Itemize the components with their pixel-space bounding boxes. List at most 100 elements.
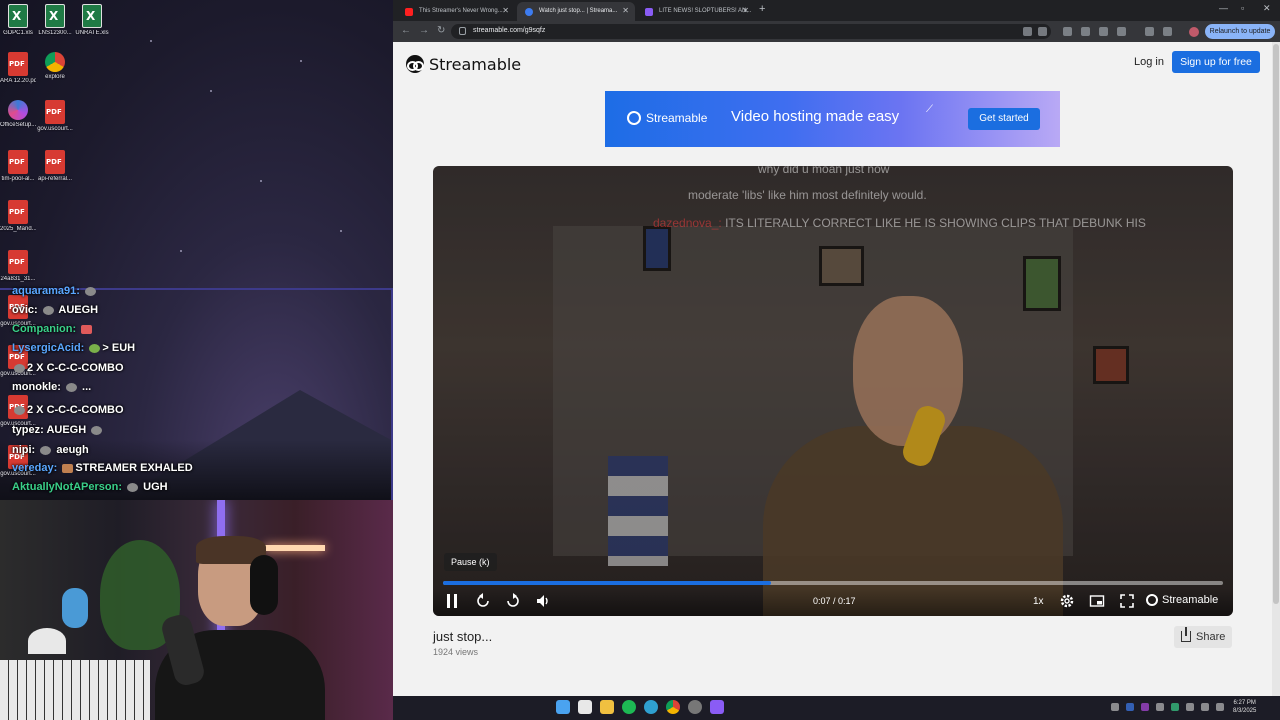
pdf-file-icon <box>8 52 28 76</box>
chrome-icon[interactable] <box>666 700 680 714</box>
desktop-icon-pdf[interactable]: gov.uscourt... <box>37 100 73 132</box>
scrollbar-thumb[interactable] <box>1273 44 1279 604</box>
system-clock[interactable]: 6:27 PM 8/3/2025 <box>1233 699 1256 715</box>
close-tab-icon[interactable]: ✕ <box>502 6 509 15</box>
close-tab-icon[interactable]: ✕ <box>742 6 749 15</box>
tray-app-icon[interactable] <box>1171 703 1179 711</box>
close-tab-icon[interactable]: ✕ <box>622 6 629 15</box>
video-player[interactable]: why did u moan just now moderate 'libs' … <box>433 166 1233 616</box>
chat-line: typez: AUEGH <box>12 424 104 436</box>
extension-icon[interactable] <box>1063 27 1072 36</box>
share-label: Share <box>1196 631 1226 643</box>
xls-file-icon <box>82 4 102 28</box>
playback-speed-button[interactable]: 1x <box>1033 596 1044 607</box>
desktop-icon-pdf[interactable]: 2025_Mand... <box>0 200 36 232</box>
sidebar-icon[interactable] <box>1145 27 1154 36</box>
edge-icon[interactable] <box>644 700 658 714</box>
share-button[interactable]: Share <box>1174 626 1232 648</box>
emote-icon <box>84 286 96 296</box>
webcam-feed <box>0 500 393 720</box>
chat-line: AktuallyNotAPerson: UGH <box>12 481 168 493</box>
star <box>260 180 262 182</box>
signup-button[interactable]: Sign up for free <box>1172 51 1260 73</box>
reload-button[interactable]: ↻ <box>437 25 445 36</box>
desktop-icon-label: OfficeSetup... <box>0 122 36 128</box>
player-brand[interactable]: Streamable <box>1146 594 1218 606</box>
start-windows-icon[interactable] <box>556 700 570 714</box>
get-started-button[interactable]: Get started <box>968 108 1040 130</box>
page-scrollbar[interactable] <box>1272 42 1280 696</box>
extension-icon[interactable] <box>1099 27 1108 36</box>
video-chat-line: why did u moan just now <box>758 166 889 176</box>
banner-tagline: Video hosting made easy <box>731 108 900 125</box>
login-link[interactable]: Log in <box>1134 56 1164 68</box>
app-icon[interactable] <box>710 700 724 714</box>
chat-message: STREAMER EXHALED <box>75 462 193 474</box>
site-info-icon[interactable] <box>459 27 466 35</box>
tray-overflow-icon[interactable] <box>1111 703 1119 711</box>
desktop-icon-pdf[interactable]: api-referral... <box>37 150 73 182</box>
chat-message: 2 X C-C-C-COMBO <box>27 404 124 416</box>
emote-icon <box>91 425 103 435</box>
address-bar[interactable]: streamable.com/g9sqfz <box>451 24 1051 39</box>
back-button[interactable]: ← <box>401 25 411 36</box>
fullscreen-icon[interactable] <box>1119 593 1135 609</box>
fast-forward-icon[interactable] <box>505 593 521 609</box>
chat-username: ovic: <box>12 304 38 316</box>
relaunch-button[interactable]: Relaunch to update <box>1205 24 1275 39</box>
pause-icon[interactable] <box>445 593 459 609</box>
chat-username: typez: <box>12 424 44 436</box>
desktop-icon-xls[interactable]: UNRATE.xls <box>74 4 110 36</box>
tray-app-icon[interactable] <box>1126 703 1134 711</box>
network-icon[interactable] <box>1201 703 1209 711</box>
extensions-puzzle-icon[interactable] <box>1117 27 1126 36</box>
chat-line: nipi: aeugh <box>12 444 89 456</box>
banner-brand: Streamable <box>646 111 708 125</box>
progress-bar[interactable] <box>443 581 1223 585</box>
desktop-icon-office[interactable]: OfficeSetup... <box>0 100 36 128</box>
pdf-file-icon <box>45 150 65 174</box>
desktop-icon-pdf[interactable]: tim-pool-al... <box>0 150 36 182</box>
downloads-icon[interactable] <box>1163 27 1172 36</box>
bookmark-star-icon[interactable] <box>1038 27 1047 36</box>
site-brand: Streamable <box>429 54 522 74</box>
desktop-icon-pdf[interactable]: 24a831_31... <box>0 250 36 282</box>
minimize-button[interactable]: — <box>1219 3 1228 13</box>
tray-app-icon[interactable] <box>1141 703 1149 711</box>
video-chat-message: ITS LITERALLY CORRECT LIKE HE IS SHOWING… <box>725 216 1146 230</box>
tray-app-icon[interactable] <box>1156 703 1164 711</box>
tray-app-icon[interactable] <box>1186 703 1194 711</box>
desktop-icon-xls[interactable]: GDPC1.xls <box>0 4 36 36</box>
extension-icon[interactable] <box>1081 27 1090 36</box>
desktop-icon-chrome[interactable]: explore <box>37 52 73 80</box>
rewind-icon[interactable] <box>475 593 491 609</box>
emote-icon <box>42 305 54 315</box>
obs-icon[interactable] <box>688 700 702 714</box>
pdf-file-icon <box>8 150 28 174</box>
profile-avatar[interactable] <box>1189 27 1199 37</box>
desktop-icon-pdf[interactable]: ARA 12.20.pdf <box>0 52 36 84</box>
file-explorer-icon[interactable] <box>600 700 614 714</box>
emote-icon <box>89 343 101 353</box>
star <box>150 40 152 42</box>
close-window-button[interactable]: ✕ <box>1263 3 1271 14</box>
site-logo[interactable]: Streamable <box>406 54 521 74</box>
desktop-icon-xls[interactable]: LNS12300... <box>37 4 73 36</box>
streamable-logo-icon <box>406 55 424 73</box>
emote-icon <box>65 382 77 392</box>
spotify-icon[interactable] <box>622 700 636 714</box>
new-tab-button[interactable]: + <box>759 3 765 15</box>
zoom-icon[interactable] <box>1023 27 1032 36</box>
maximize-button[interactable]: ▫ <box>1241 3 1244 13</box>
settings-gear-icon[interactable] <box>1059 593 1075 609</box>
volume-icon[interactable] <box>535 593 551 609</box>
volume-tray-icon[interactable] <box>1216 703 1224 711</box>
forward-button[interactable]: → <box>419 25 429 36</box>
tab-1[interactable]: This Streamer's Never Wrong... ✕ <box>397 2 515 21</box>
task-view-icon[interactable] <box>578 700 592 714</box>
ad-banner[interactable]: Streamable Video hosting made easy ⟋ Get… <box>605 91 1060 147</box>
tab-2[interactable]: Watch just stop... | Streama... ✕ <box>517 2 635 21</box>
picture-in-picture-icon[interactable] <box>1089 593 1105 609</box>
tab-3[interactable]: LITE NEWS! SLOPTUBERS! AN... ✕ <box>637 2 755 21</box>
star <box>180 250 182 252</box>
